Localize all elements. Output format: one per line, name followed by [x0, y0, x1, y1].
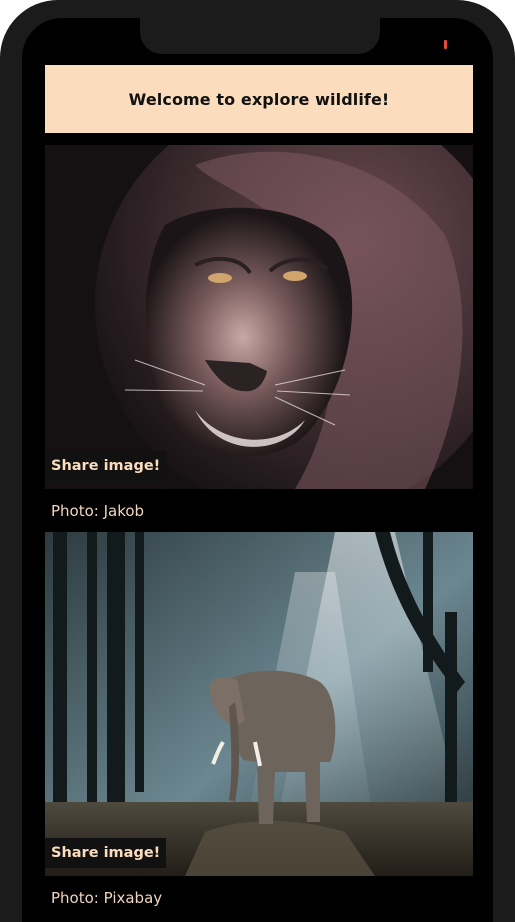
device-notch: [140, 18, 380, 54]
page-title: Welcome to explore wildlife!: [128, 89, 390, 109]
photo-credit: Photo: Pixabay: [51, 889, 163, 907]
welcome-banner: Welcome to explore wildlife!: [45, 65, 473, 133]
lion-photo: [45, 145, 473, 489]
share-image-button[interactable]: Share image!: [45, 838, 167, 868]
phone-mockup: Welcome to explore wildlife! Share image…: [0, 0, 515, 922]
post-card-elephant: Share image!: [45, 532, 473, 876]
status-indicator: [444, 40, 447, 49]
share-image-button[interactable]: Share image!: [45, 451, 167, 481]
post-card-lion: Share image!: [45, 145, 473, 489]
photo-credit: Photo: Jakob: [51, 502, 145, 520]
app-screen: Welcome to explore wildlife! Share image…: [22, 18, 493, 922]
elephant-photo: [45, 532, 473, 876]
